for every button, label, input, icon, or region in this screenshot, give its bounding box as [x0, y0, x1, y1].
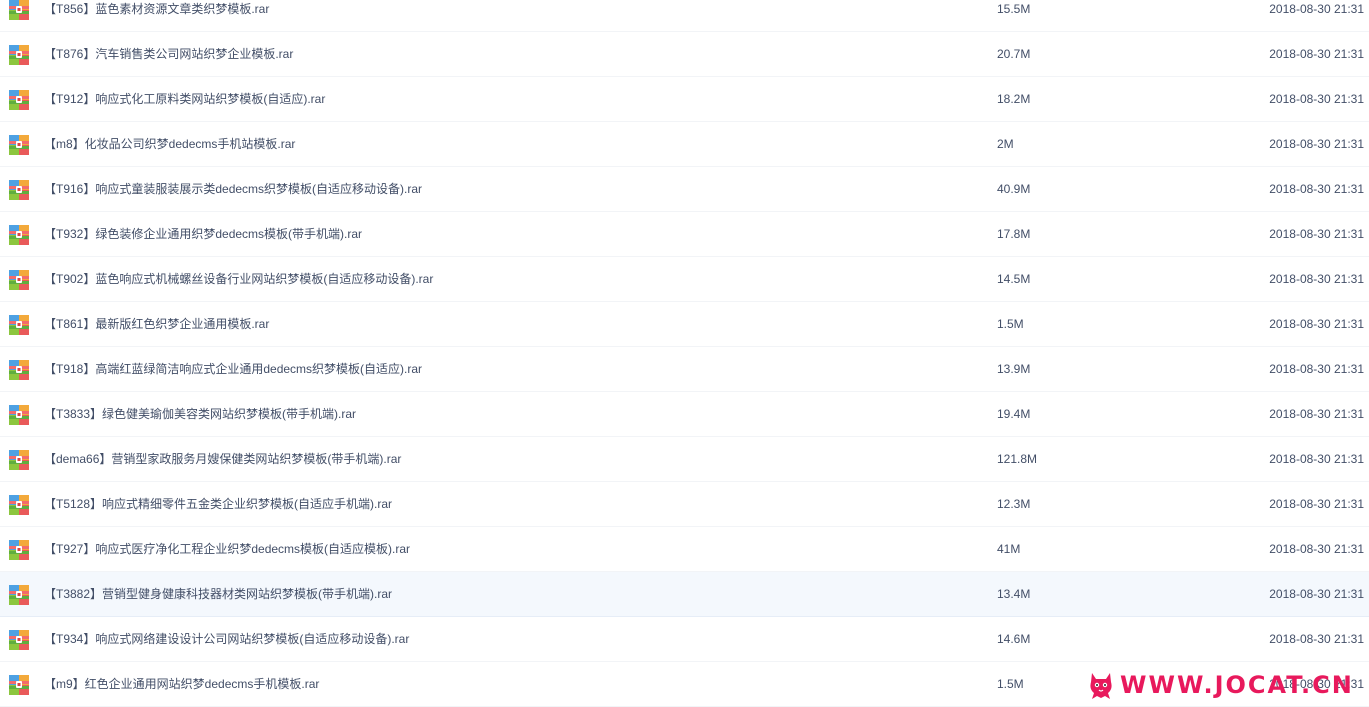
file-size: 121.8M — [997, 452, 1038, 466]
file-modified-date: 2018-08-30 21:31 — [1269, 182, 1364, 196]
rar-archive-icon — [9, 495, 29, 515]
file-name-link[interactable]: 【m8】化妆品公司织梦dedecms手机站模板.rar — [44, 136, 295, 153]
file-size: 40.9M — [997, 182, 1031, 196]
file-size: 17.8M — [997, 227, 1031, 241]
file-row[interactable]: 【T876】汽车销售类公司网站织梦企业模板.rar 20.7M 2018-08-… — [0, 32, 1369, 77]
file-modified-date: 2018-08-30 21:31 — [1269, 677, 1364, 691]
file-name-link[interactable]: 【m9】红色企业通用网站织梦dedecms手机模板.rar — [44, 676, 319, 693]
file-row[interactable]: 【T927】响应式医疗净化工程企业织梦dedecms模板(自适应模板).rar … — [0, 527, 1369, 572]
file-row[interactable]: 【T861】最新版红色织梦企业通用模板.rar 1.5M 2018-08-30 … — [0, 302, 1369, 347]
file-size: 1.5M — [997, 677, 1024, 691]
rar-archive-icon — [9, 270, 29, 290]
file-size: 14.5M — [997, 272, 1031, 286]
file-row[interactable]: 【T856】蓝色素材资源文章类织梦模板.rar 15.5M 2018-08-30… — [0, 0, 1369, 32]
file-modified-date: 2018-08-30 21:31 — [1269, 317, 1364, 331]
rar-archive-icon — [9, 135, 29, 155]
rar-archive-icon — [9, 360, 29, 380]
rar-archive-icon — [9, 180, 29, 200]
rar-archive-icon — [9, 540, 29, 560]
file-row[interactable]: 【dema66】营销型家政服务月嫂保健类网站织梦模板(带手机端).rar 121… — [0, 437, 1369, 482]
file-name-link[interactable]: 【T3882】营销型健身健康科技器材类网站织梦模板(带手机端).rar — [44, 586, 392, 603]
file-size: 18.2M — [997, 92, 1031, 106]
file-name-link[interactable]: 【T918】高端红蓝绿简洁响应式企业通用dedecms织梦模板(自适应).rar — [44, 361, 422, 378]
file-modified-date: 2018-08-30 21:31 — [1269, 632, 1364, 646]
file-row[interactable]: 【T3882】营销型健身健康科技器材类网站织梦模板(带手机端).rar 13.4… — [0, 572, 1369, 617]
file-name-link[interactable]: 【T934】响应式网络建设设计公司网站织梦模板(自适应移动设备).rar — [44, 631, 409, 648]
file-name-link[interactable]: 【dema66】营销型家政服务月嫂保健类网站织梦模板(带手机端).rar — [44, 451, 401, 468]
file-row[interactable]: 【T5128】响应式精细零件五金类企业织梦模板(自适应手机端).rar 12.3… — [0, 482, 1369, 527]
file-modified-date: 2018-08-30 21:31 — [1269, 362, 1364, 376]
file-row[interactable]: 【T918】高端红蓝绿简洁响应式企业通用dedecms织梦模板(自适应).rar… — [0, 347, 1369, 392]
file-size: 14.6M — [997, 632, 1031, 646]
file-modified-date: 2018-08-30 21:31 — [1269, 497, 1364, 511]
rar-archive-icon — [9, 45, 29, 65]
file-row[interactable]: 【T932】绿色装修企业通用织梦dedecms模板(带手机端).rar 17.8… — [0, 212, 1369, 257]
file-row[interactable]: 【T902】蓝色响应式机械螺丝设备行业网站织梦模板(自适应移动设备).rar 1… — [0, 257, 1369, 302]
file-modified-date: 2018-08-30 21:31 — [1269, 272, 1364, 286]
rar-archive-icon — [9, 0, 29, 20]
file-name-link[interactable]: 【T927】响应式医疗净化工程企业织梦dedecms模板(自适应模板).rar — [44, 541, 410, 558]
file-modified-date: 2018-08-30 21:31 — [1269, 227, 1364, 241]
rar-archive-icon — [9, 585, 29, 605]
file-size: 1.5M — [997, 317, 1024, 331]
rar-archive-icon — [9, 630, 29, 650]
file-list: 【T856】蓝色素材资源文章类织梦模板.rar 15.5M 2018-08-30… — [0, 0, 1369, 707]
file-modified-date: 2018-08-30 21:31 — [1269, 137, 1364, 151]
file-row[interactable]: 【T934】响应式网络建设设计公司网站织梦模板(自适应移动设备).rar 14.… — [0, 617, 1369, 662]
file-row[interactable]: 【T3833】绿色健美瑜伽美容类网站织梦模板(带手机端).rar 19.4M 2… — [0, 392, 1369, 437]
file-name-link[interactable]: 【T912】响应式化工原料类网站织梦模板(自适应).rar — [44, 91, 325, 108]
file-row[interactable]: 【T916】响应式童装服装展示类dedecms织梦模板(自适应移动设备).rar… — [0, 167, 1369, 212]
file-row[interactable]: 【m8】化妆品公司织梦dedecms手机站模板.rar 2M 2018-08-3… — [0, 122, 1369, 167]
rar-archive-icon — [9, 315, 29, 335]
file-size: 19.4M — [997, 407, 1031, 421]
file-size: 15.5M — [997, 2, 1031, 16]
file-modified-date: 2018-08-30 21:31 — [1269, 2, 1364, 16]
rar-archive-icon — [9, 225, 29, 245]
file-modified-date: 2018-08-30 21:31 — [1269, 92, 1364, 106]
rar-archive-icon — [9, 450, 29, 470]
file-name-link[interactable]: 【T916】响应式童装服装展示类dedecms织梦模板(自适应移动设备).rar — [44, 181, 422, 198]
file-modified-date: 2018-08-30 21:31 — [1269, 47, 1364, 61]
file-size: 2M — [997, 137, 1014, 151]
file-name-link[interactable]: 【T3833】绿色健美瑜伽美容类网站织梦模板(带手机端).rar — [44, 406, 356, 423]
file-size: 12.3M — [997, 497, 1031, 511]
file-name-link[interactable]: 【T861】最新版红色织梦企业通用模板.rar — [44, 316, 269, 333]
file-modified-date: 2018-08-30 21:31 — [1269, 452, 1364, 466]
file-size: 20.7M — [997, 47, 1031, 61]
file-size: 13.9M — [997, 362, 1031, 376]
file-name-link[interactable]: 【T902】蓝色响应式机械螺丝设备行业网站织梦模板(自适应移动设备).rar — [44, 271, 433, 288]
file-modified-date: 2018-08-30 21:31 — [1269, 587, 1364, 601]
file-modified-date: 2018-08-30 21:31 — [1269, 542, 1364, 556]
file-size: 13.4M — [997, 587, 1031, 601]
file-name-link[interactable]: 【T932】绿色装修企业通用织梦dedecms模板(带手机端).rar — [44, 226, 362, 243]
rar-archive-icon — [9, 90, 29, 110]
file-size: 41M — [997, 542, 1021, 556]
file-name-link[interactable]: 【T856】蓝色素材资源文章类织梦模板.rar — [44, 1, 269, 18]
file-row[interactable]: 【T912】响应式化工原料类网站织梦模板(自适应).rar 18.2M 2018… — [0, 77, 1369, 122]
rar-archive-icon — [9, 405, 29, 425]
file-row[interactable]: 【m9】红色企业通用网站织梦dedecms手机模板.rar 1.5M 2018-… — [0, 662, 1369, 707]
file-modified-date: 2018-08-30 21:31 — [1269, 407, 1364, 421]
file-name-link[interactable]: 【T876】汽车销售类公司网站织梦企业模板.rar — [44, 46, 293, 63]
rar-archive-icon — [9, 675, 29, 695]
file-name-link[interactable]: 【T5128】响应式精细零件五金类企业织梦模板(自适应手机端).rar — [44, 496, 392, 513]
